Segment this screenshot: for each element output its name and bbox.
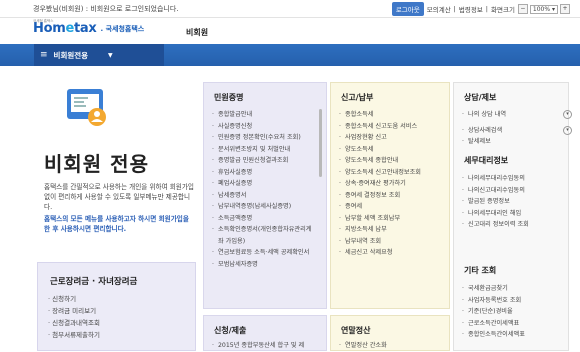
- list-item[interactable]: 종합소득세 신고도움 서비스: [339, 121, 443, 133]
- list-item[interactable]: 상담사례검색▾: [462, 125, 572, 137]
- list-item[interactable]: 증여세 결정정보 조회: [339, 190, 443, 202]
- hamburger-icon: ≡: [40, 50, 48, 60]
- list-item[interactable]: 증명발급 민원신청결과조회: [212, 155, 316, 167]
- list-item[interactable]: 사업자등록번호 조회: [462, 295, 566, 307]
- list-item[interactable]: 폐업사실증명: [212, 178, 316, 190]
- law-info-link[interactable]: 법령정보: [459, 4, 483, 14]
- section-title: 세무대리정보: [464, 156, 509, 165]
- panel-title: 상담/제보: [464, 93, 497, 102]
- chevron-down-icon: ▼: [108, 51, 113, 59]
- zoom-control: − 100% ▾ +: [517, 4, 570, 14]
- logo-caption: 국세청 홈택스: [33, 19, 54, 23]
- list-item[interactable]: 문서위변조방지 및 처벌안내: [212, 144, 316, 156]
- list-item[interactable]: 종합소득세: [339, 109, 443, 121]
- list-item[interactable]: 2015년 종합부동산세 합구 및 제: [212, 340, 316, 352]
- mock-calc-link[interactable]: 모의계산: [427, 4, 451, 14]
- application-panel: 신청/제출 2015년 종합부동산세 합구 및 제: [203, 315, 327, 351]
- list-item[interactable]: 종합발급안내: [212, 109, 316, 121]
- list-item[interactable]: 나의세무대리인 해임: [462, 208, 566, 220]
- filing-payment-panel: 신고/납부 종합소득세 종합소득세 신고도움 서비스 사업장현황 신고 양도소득…: [330, 82, 450, 309]
- section-title: 기타 조회: [464, 266, 497, 275]
- year-end-settlement-panel: 연말정산 연말정산 간소화: [330, 315, 450, 351]
- site-header: Hometax . 국세청홈택스 국세청 홈택스 비회원: [0, 18, 580, 44]
- list-item[interactable]: 양도소득세: [339, 144, 443, 156]
- list-item[interactable]: 휴업사실증명: [212, 167, 316, 179]
- panel-title: 신고/납부: [341, 93, 374, 102]
- zoom-in-button[interactable]: +: [560, 4, 570, 14]
- non-member-menu-dropdown[interactable]: ≡ 비회원전용 ▼: [34, 44, 164, 66]
- list-item[interactable]: 나의 상담 내역▾: [462, 109, 572, 121]
- list-item[interactable]: 국세환급금찾기: [462, 283, 566, 295]
- chevron-down-icon[interactable]: ▾: [563, 125, 572, 135]
- settlement-list: 연말정산 간소화: [339, 340, 443, 352]
- other-lookup-list: 국세환급금찾기 사업자등록번호 조회 기준(단순)경비율 근로소득간이세액표 종…: [462, 283, 566, 341]
- consultation-list: 나의 상담 내역▾ 상담사례검색▾ 탈세제보: [462, 109, 572, 148]
- list-item[interactable]: 납부내역증명(납세사실증명): [212, 201, 316, 213]
- list-item[interactable]: 기준(단순)경비율: [462, 306, 566, 318]
- application-list: 2015년 종합부동산세 합구 및 제: [212, 340, 316, 352]
- list-item[interactable]: 소득금액증명: [212, 213, 316, 225]
- hero-description: 홈택스를 간필적으로 사용하는 개인을 위하여 회원가입 없이 편리하게 사용할…: [44, 183, 195, 211]
- panel-title: 신청/제출: [214, 326, 247, 335]
- panel-title: 근로장려금 · 자녀장려금: [50, 277, 138, 287]
- list-item[interactable]: 나의신고대리수임동의: [462, 185, 566, 197]
- list-item[interactable]: 납부내역 조회: [339, 236, 443, 248]
- top-bar: 경우봤님(비회원) : 비회원으로 로그인되었습니다. 로그아웃 모의계산 | …: [0, 0, 580, 18]
- list-item[interactable]: 근로소득간이세액표: [462, 318, 566, 330]
- list-item[interactable]: 양도소득세 신고안내정보조회: [339, 167, 443, 179]
- list-item[interactable]: 신고대리 정보이력 조회: [462, 219, 566, 231]
- list-item[interactable]: 사업장현황 신고: [339, 132, 443, 144]
- list-item[interactable]: 증여세: [339, 201, 443, 213]
- panel-scrollbar[interactable]: [319, 109, 322, 177]
- zoom-select[interactable]: 100% ▾: [529, 4, 558, 14]
- list-item[interactable]: 종합인소득간이세액표: [462, 329, 566, 341]
- filing-list: 종합소득세 종합소득세 신고도움 서비스 사업장현황 신고 양도소득세 양도소득…: [339, 109, 443, 259]
- hero-title: 비회원 전용: [44, 152, 149, 176]
- panel-title: 민원증명: [214, 93, 244, 102]
- list-item[interactable]: 사실증명신청: [212, 121, 316, 133]
- logout-button[interactable]: 로그아웃: [391, 2, 424, 16]
- consultation-panel: 상담/제보 나의 상담 내역▾ 상담사례검색▾ 탈세제보 세무대리정보 나의세무…: [453, 82, 572, 351]
- list-item[interactable]: 지방소득세 납부: [339, 224, 443, 236]
- list-item[interactable]: 납세증명서: [212, 190, 316, 202]
- incentive-list: · 신청하기 · 장려금 미리보기 · 신청결과내역조회 · 첨부서류제출하기: [48, 293, 100, 341]
- earned-income-incentive-panel: 근로장려금 · 자녀장려금 · 신청하기 · 장려금 미리보기 · 신청결과내역…: [37, 262, 196, 351]
- list-item[interactable]: 양도소득세 종합안내: [339, 155, 443, 167]
- member-card-icon: [67, 89, 106, 126]
- list-item[interactable]: 모범납세자증명: [212, 259, 316, 271]
- certificate-list: 종합발급안내 사실증명신청 민원증명 정본확인(수요처 조회) 문서위변조방지 …: [212, 109, 316, 270]
- chevron-down-icon[interactable]: ▾: [563, 110, 572, 119]
- list-item[interactable]: · 장려금 미리보기: [48, 305, 100, 317]
- list-item[interactable]: 소득확인증명서(개인종합자유관리계좌 가입용): [212, 224, 316, 247]
- list-item[interactable]: · 첨부서류제출하기: [48, 329, 100, 341]
- list-item[interactable]: · 신청하기: [48, 293, 100, 305]
- list-item[interactable]: 민원증명 정본확인(수요처 조회): [212, 132, 316, 144]
- panel-title: 연말정산: [341, 326, 371, 335]
- main-nav-bar: ≡ 비회원전용 ▼: [0, 44, 580, 66]
- top-bar-right: 로그아웃 모의계산 | 법령정보 | 화면크기 − 100% ▾ +: [391, 2, 570, 16]
- hero-signup-notice: 홈택스의 모든 메뉴를 사용하고자 하시면 회원가입을 한 후 사용하시면 편리…: [44, 215, 189, 233]
- list-item[interactable]: 연금보험료등 소득·세액 공제확인서: [212, 247, 316, 259]
- zoom-out-button[interactable]: −: [517, 4, 528, 14]
- list-item[interactable]: 납부할 세액 조회납부: [339, 213, 443, 225]
- tax-agent-list: 나의세무대리수임동의 나의신고대리수임동의 발급된 증명정보 나의세무대리인 해…: [462, 173, 566, 231]
- list-item[interactable]: 발급된 증명정보: [462, 196, 566, 208]
- page-title: 비회원: [186, 28, 209, 37]
- list-item[interactable]: 나의세무대리수임동의: [462, 173, 566, 185]
- list-item[interactable]: 상속·증여재산 평가하기: [339, 178, 443, 190]
- list-item[interactable]: · 신청결과내역조회: [48, 317, 100, 329]
- certificate-panel: 민원증명 종합발급안내 사실증명신청 민원증명 정본확인(수요처 조회) 문서위…: [203, 82, 327, 309]
- list-item[interactable]: 세금신고 삭제요청: [339, 247, 443, 259]
- login-status-text: 경우봤님(비회원) : 비회원으로 로그인되었습니다.: [33, 5, 179, 13]
- screen-size-label: 화면크기: [491, 6, 515, 14]
- list-item[interactable]: 연말정산 간소화: [339, 340, 443, 352]
- list-item[interactable]: 탈세제보: [462, 136, 566, 148]
